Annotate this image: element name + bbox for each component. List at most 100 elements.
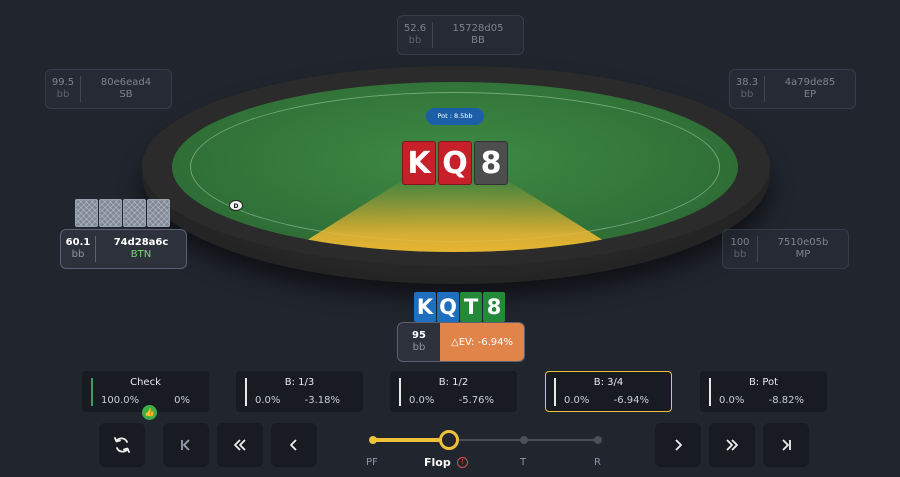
stack-unit: bb (740, 89, 754, 100)
action-label: B: 3/4 (593, 377, 624, 388)
skip-back-icon (181, 439, 190, 451)
seat-btn[interactable]: 60.1 bb 74d28a6c BTN (60, 229, 187, 269)
action-label: B: 1/2 (438, 377, 469, 388)
board-card: 8 (474, 141, 508, 185)
stack-unit: bb (408, 35, 422, 46)
chevron-left-icon (290, 439, 297, 451)
card-back (99, 199, 122, 227)
hero-ev-loss: △EV: -6.94% (440, 323, 524, 361)
street-label-pf: PF (366, 457, 378, 468)
card-back (147, 199, 170, 227)
stack-unit: bb (733, 249, 747, 260)
hero-stack: 95 bb (398, 323, 440, 361)
seat-stack: 38.3 bb (730, 70, 764, 108)
action-label: Check (130, 377, 161, 388)
seat-bb[interactable]: 52.6 bb 15728d05 BB (397, 15, 524, 55)
dealer-button: D (229, 200, 243, 211)
seat-stack: 99.5 bb (46, 70, 80, 108)
reset-button[interactable] (99, 423, 145, 467)
first-street-button[interactable] (163, 423, 209, 467)
timeline-dot-turn[interactable] (520, 436, 528, 444)
double-chevron-right-icon (726, 439, 738, 451)
stack-unit: bb (71, 249, 85, 260)
chevron-right-icon (675, 439, 682, 451)
player-id: 15728d05 (452, 23, 504, 34)
hero-card: Q (437, 292, 459, 322)
seat-stack: 52.6 bb (398, 16, 432, 54)
action-ev: -5.76% (458, 395, 494, 406)
board-cards: K Q 8 (402, 141, 508, 185)
board-card: K (402, 141, 436, 185)
back-button[interactable] (271, 423, 317, 467)
forward-fast-button[interactable] (709, 423, 755, 467)
action-ev: 0% (174, 395, 190, 406)
btn-hole-cards (75, 199, 170, 227)
skip-forward-icon (782, 439, 791, 451)
timeline-dot-river[interactable] (594, 436, 602, 444)
seat-mp[interactable]: 100 bb 7510e05b MP (722, 229, 849, 269)
player-id: 74d28a6c (113, 237, 169, 248)
seat-ep[interactable]: 38.3 bb 4a79de85 EP (729, 69, 856, 109)
seat-info: 7510e05b MP (758, 230, 848, 268)
seat-position: EP (803, 89, 817, 100)
seat-position: MP (795, 249, 811, 260)
seat-position: SB (119, 89, 133, 100)
seat-stack: 100 bb (723, 230, 757, 268)
action-frequency: 0.0% (564, 395, 590, 406)
stack-amount: 99.5 (51, 77, 75, 88)
stack-amount: 52.6 (403, 23, 427, 34)
timeline-dot-flop[interactable] (439, 430, 459, 450)
back-fast-button[interactable] (217, 423, 263, 467)
hero-hole-cards: K Q T 8 (414, 292, 505, 322)
seat-stack: 60.1 bb (61, 230, 95, 268)
timeline-progress (373, 438, 449, 442)
action-ev: -6.94% (613, 395, 649, 406)
action-bet-third[interactable]: B: 1/3 0.0% -3.18% (236, 371, 363, 412)
stack-amount: 60.1 (65, 237, 91, 248)
street-label-turn: T (520, 457, 527, 468)
stack-unit: bb (56, 89, 70, 100)
action-frequency: 0.0% (719, 395, 745, 406)
pot-badge: Pot : 8.5bb (426, 108, 484, 125)
action-label: B: 1/3 (284, 377, 315, 388)
seat-info: 15728d05 BB (433, 16, 523, 54)
warning-icon: ! (457, 457, 468, 468)
street-timeline: PF Flop ! T R (360, 430, 620, 474)
action-frequency: 0.0% (255, 395, 281, 406)
stack-amount: 38.3 (735, 77, 759, 88)
action-bet-three-quarter[interactable]: B: 3/4 0.0% -6.94% (545, 371, 672, 412)
board-card: Q (438, 141, 472, 185)
street-label-flop: Flop (424, 456, 451, 469)
action-frequency: 100.0% (101, 395, 140, 406)
action-bet-half[interactable]: B: 1/2 0.0% -5.76% (390, 371, 517, 412)
action-bet-pot[interactable]: B: Pot 0.0% -8.82% (700, 371, 827, 412)
seat-sb[interactable]: 99.5 bb 80e6ead4 SB (45, 69, 172, 109)
action-ev: -8.82% (768, 395, 804, 406)
action-frequency: 0.0% (409, 395, 435, 406)
hero-card: T (460, 292, 482, 322)
seat-position: BTN (130, 249, 152, 260)
card-back (75, 199, 98, 227)
forward-button[interactable] (655, 423, 701, 467)
stack-amount: 100 (730, 237, 750, 248)
player-id: 4a79de85 (784, 77, 836, 88)
action-label: B: Pot (748, 377, 779, 388)
seat-info: 74d28a6c BTN (96, 230, 186, 268)
stack-unit: bb (412, 342, 426, 353)
timeline-dot-pf[interactable] (369, 436, 377, 444)
street-label-river: R (594, 457, 601, 468)
double-chevron-left-icon (234, 439, 246, 451)
hero-seat[interactable]: 95 bb △EV: -6.94% (397, 322, 525, 362)
seat-info: 4a79de85 EP (765, 70, 855, 108)
seat-info: 80e6ead4 SB (81, 70, 171, 108)
refresh-icon (114, 437, 130, 453)
hero-card: K (414, 292, 436, 322)
last-street-button[interactable] (763, 423, 809, 467)
stack-amount: 95 (412, 330, 426, 341)
card-back (123, 199, 146, 227)
thumbs-up-icon: 👍 (142, 405, 157, 420)
hero-card: 8 (483, 292, 505, 322)
player-id: 7510e05b (777, 237, 829, 248)
player-id: 80e6ead4 (100, 77, 152, 88)
action-ev: -3.18% (304, 395, 340, 406)
